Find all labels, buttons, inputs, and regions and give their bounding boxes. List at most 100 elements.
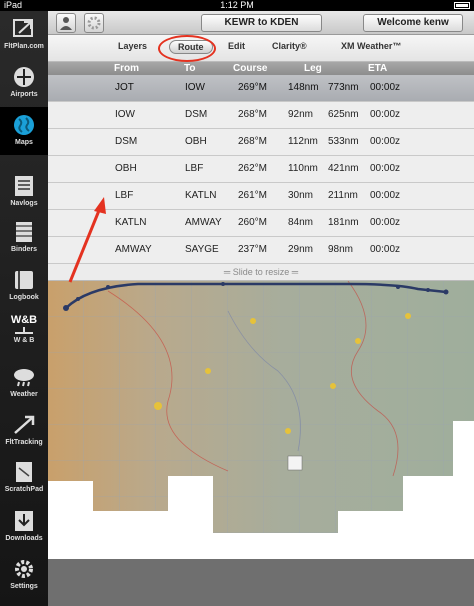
sidebar-item-binders[interactable]: Binders [0,214,48,262]
table-cell: 261°M [238,190,268,201]
header-leg: Leg [304,63,322,74]
tab-layers[interactable]: Layers [118,41,147,51]
weight-balance-icon: W&B [10,314,38,326]
table-cell: 84nm [288,217,314,228]
sidebar-item-navlogs[interactable]: Navlogs [0,168,48,216]
tab-clarity[interactable]: Clarity® [272,41,307,51]
map-view[interactable] [48,281,474,559]
sidebar-item-label: Logbook [9,294,39,301]
sidebar-item-label: Downloads [5,535,43,542]
gear-icon [87,16,101,30]
table-cell: LBF [115,190,134,201]
navlog-icon [15,176,33,196]
tab-route[interactable]: Route [169,40,213,54]
table-cell: KATLN [185,190,217,201]
binder-icon [16,222,32,242]
table-cell: 00:00z [370,244,401,255]
sidebar: FltPlan.com Airports Maps Navlogs Binder… [0,11,48,606]
table-cell: DSM [115,136,138,147]
sidebar-item-label: Maps [15,139,33,146]
sidebar-item-airports[interactable]: Airports [0,59,48,107]
table-cell: 268°M [238,136,268,147]
sidebar-item-fltplan[interactable]: FltPlan.com [0,11,48,59]
table-cell: 211nm [328,190,358,201]
table-cell: KATLN [115,217,147,228]
sidebar-item-label: ScratchPad [4,486,44,493]
table-cell: AMWAY [185,217,222,228]
sidebar-item-label: Binders [10,246,38,253]
fltplan-icon [13,19,33,37]
sidebar-item-weight-balance[interactable]: W&B W & B [0,310,48,358]
tab-xm-weather[interactable]: XM Weather™ [341,41,401,51]
table-cell: SAYGE [185,244,219,255]
table-row[interactable]: DSM OBH 268°M 112nm 533nm 00:00z [48,129,474,156]
scratchpad-icon [16,462,32,482]
table-cell: 421nm [328,163,359,174]
airports-icon [14,67,34,87]
table-cell: AMWAY [115,244,152,255]
resize-handle[interactable]: ═ Slide to resize ═ [48,264,474,281]
sidebar-item-settings[interactable]: Settings [0,551,48,599]
sidebar-item-logbook[interactable]: Logbook [0,262,48,310]
sidebar-item-weather[interactable]: Weather [0,359,48,407]
pilot-button[interactable] [56,13,76,33]
battery-icon [454,2,470,9]
table-cell: 92nm [288,109,314,120]
download-icon [15,511,33,531]
route-title-button[interactable]: KEWR to KDEN [201,14,322,32]
sidebar-item-scratchpad[interactable]: ScratchPad [0,454,48,502]
table-row[interactable]: JOT IOW 269°M 148nm 773nm 00:00z [48,75,474,102]
table-cell: JOT [115,82,134,93]
header-from: From [114,63,139,74]
sidebar-item-label: W & B [13,337,35,344]
sidebar-item-downloads[interactable]: Downloads [0,503,48,551]
welcome-button[interactable]: Welcome kenw [363,14,463,32]
table-row[interactable]: IOW DSM 268°M 92nm 625nm 00:00z [48,102,474,129]
sidebar-item-label: Airports [10,91,38,98]
sectional-chart-map[interactable] [48,281,474,559]
table-cell: 00:00z [370,136,401,147]
sidebar-item-maps[interactable]: Maps [0,107,48,155]
table-cell: 30nm [288,190,314,201]
logbook-icon [15,271,33,289]
table-row[interactable]: AMWAY SAYGE 237°M 29nm 98nm 00:00z [48,237,474,264]
table-cell: 260°M [238,217,268,228]
pilot-icon [60,17,72,30]
table-cell: 00:00z [370,82,401,93]
sidebar-item-flttracking[interactable]: FltTracking [0,407,48,455]
tab-bar: Layers Route Edit Clarity® XM Weather™ [48,35,474,62]
table-cell: 181nm [328,217,359,228]
table-cell: 00:00z [370,163,401,174]
sidebar-item-label: FltTracking [5,439,43,446]
route-table-header: From To Course Leg ETA [48,62,474,75]
map-bottom-strip [48,559,474,606]
route-table: JOT IOW 269°M 148nm 773nm 00:00z IOW DSM 268°M 92… [48,75,474,264]
sidebar-item-label: Navlogs [10,200,38,207]
grip-icon: ═ [291,267,299,277]
table-cell: 237°M [238,244,268,255]
table-cell: 00:00z [370,190,401,201]
table-cell: OBH [115,163,137,174]
table-row[interactable]: LBF KATLN 261°M 30nm 211nm 00:00z [48,183,474,210]
header-course: Course [233,63,268,74]
table-cell: 773nm [328,82,359,93]
table-cell: IOW [115,109,135,120]
table-cell: 98nm [328,244,354,255]
grip-icon: ═ [223,267,231,277]
resize-hint: Slide to resize [232,267,290,277]
top-toolbar: KEWR to KDEN Welcome kenw [48,11,474,35]
table-cell: 262°M [238,163,268,174]
weather-icon [14,369,34,387]
table-cell: 269°M [238,82,268,93]
table-cell: 148nm [288,82,319,93]
table-cell: 00:00z [370,217,401,228]
tab-edit[interactable]: Edit [228,41,245,51]
settings-button[interactable] [84,13,104,33]
scale-icon [15,327,33,334]
gear-icon [15,560,33,578]
table-cell: 625nm [328,109,359,120]
table-cell: 268°M [238,109,268,120]
table-row[interactable]: OBH LBF 262°M 110nm 421nm 00:00z [48,156,474,183]
table-row[interactable]: KATLN AMWAY 260°M 84nm 181nm 00:00z [48,210,474,237]
table-cell: OBH [185,136,207,147]
